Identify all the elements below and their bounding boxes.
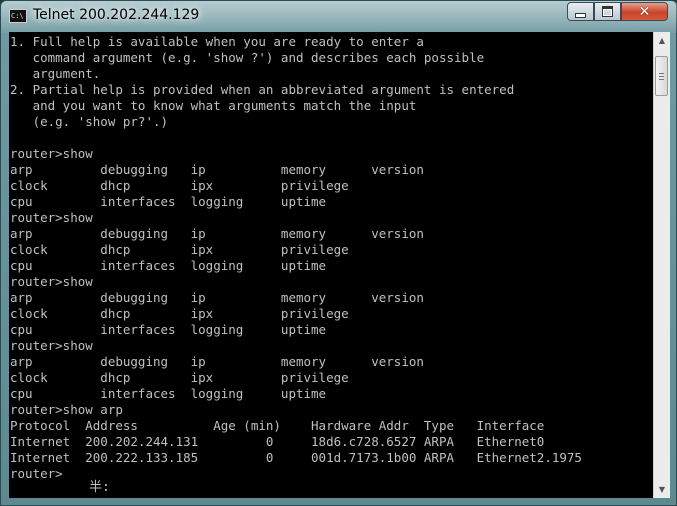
console-line: router>show (10, 146, 93, 161)
console-app-icon[interactable]: C:\ (9, 9, 27, 23)
console-line: 1. Full help is available when you are r… (10, 34, 424, 49)
minimize-icon (575, 13, 586, 18)
console-line: Internet 200.202.244.131 0 18d6.c728.652… (10, 434, 545, 449)
console-line: cpu interfaces logging uptime (10, 258, 327, 273)
telnet-window: C:\ Telnet 200.202.244.129 ✕ 半: 1. Full h… (0, 0, 677, 506)
thumb-grip-line (659, 76, 664, 77)
console-line: arp debugging ip memory version (10, 290, 424, 305)
console-line: router> (10, 466, 63, 481)
close-icon: ✕ (638, 3, 651, 20)
minimize-button[interactable] (567, 2, 594, 21)
thumb-grip-line (659, 73, 664, 74)
console-line: router>show arp (10, 402, 123, 417)
console-line: router>show (10, 210, 93, 225)
terminal-output[interactable]: 半: 1. Full help is available when you are… (9, 32, 654, 498)
console-line: argument. (10, 66, 101, 81)
console-line: arp debugging ip memory version (10, 354, 424, 369)
vertical-scrollbar[interactable]: ▲ ▼ (653, 32, 670, 498)
scrollbar-thumb[interactable] (655, 56, 668, 96)
title-bar[interactable]: C:\ Telnet 200.202.244.129 ✕ (1, 1, 677, 33)
console-line: Protocol Address Age (min) Hardware Addr… (10, 418, 545, 433)
ime-mode-indicator: 半: (89, 480, 110, 495)
close-button[interactable]: ✕ (621, 2, 668, 21)
console-line: cpu interfaces logging uptime (10, 386, 327, 401)
console-line: command argument (e.g. 'show ?') and des… (10, 50, 485, 65)
window-title: Telnet 200.202.244.129 (33, 7, 200, 23)
console-line: clock dhcp ipx privilege (10, 306, 349, 321)
resize-grip[interactable] (653, 498, 670, 506)
console-line: and you want to know what arguments matc… (10, 98, 417, 113)
console-line: router>show (10, 338, 93, 353)
maximize-icon (602, 6, 613, 17)
console-line: clock dhcp ipx privilege (10, 178, 349, 193)
console-line: (e.g. 'show pr?'.) (10, 114, 169, 129)
console-line: clock dhcp ipx privilege (10, 370, 349, 385)
console-line: cpu interfaces logging uptime (10, 194, 327, 209)
thumb-grip-line (659, 79, 664, 80)
console-line: arp debugging ip memory version (10, 162, 424, 177)
console-line: cpu interfaces logging uptime (10, 322, 327, 337)
console-line: router>show (10, 274, 93, 289)
console-line: clock dhcp ipx privilege (10, 242, 349, 257)
scroll-down-arrow-icon[interactable]: ▼ (654, 481, 670, 498)
console-line: Internet 200.222.133.185 0 001d.7173.1b0… (10, 450, 582, 465)
console-line: 2. Partial help is provided when an abbr… (10, 82, 515, 97)
maximize-button[interactable] (594, 2, 621, 21)
console-line: arp debugging ip memory version (10, 226, 424, 241)
scroll-up-arrow-icon[interactable]: ▲ (654, 32, 670, 49)
